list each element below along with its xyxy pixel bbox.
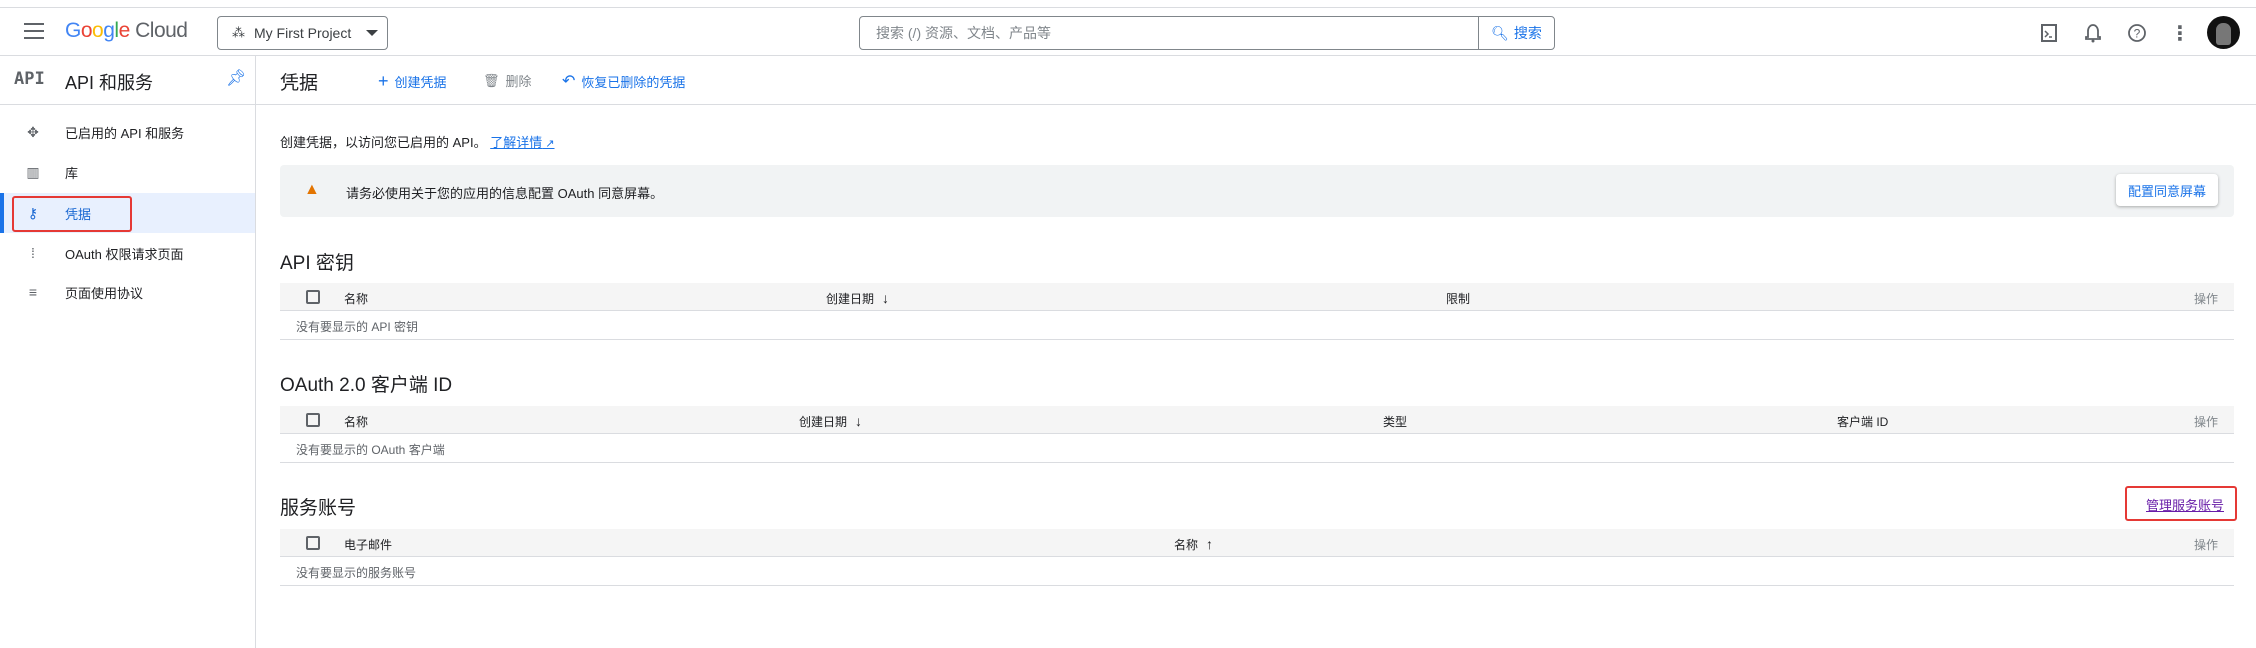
warning-icon: ▲ [304,181,320,198]
chevron-down-icon [366,30,379,36]
column-email[interactable]: 电子邮件 [344,536,392,553]
column-actions: 操作 [2193,538,2218,552]
notifications-icon[interactable] [2080,20,2106,46]
sidebar-header: API API 和服务 📌︎ [0,56,255,105]
select-all-checkbox[interactable] [306,536,320,550]
api-keys-table-header: 名称 创建日期 ↓ 限制 操作 [280,283,2234,311]
more-options-icon[interactable]: ⋮ [2167,20,2193,46]
google-cloud-logo[interactable]: Google Cloud [65,19,188,43]
sidebar-item-library[interactable]: ▥ 库 [0,152,255,192]
arrow-down-icon: ↓ [882,290,890,306]
trash-icon: 🗑︎ [483,72,500,88]
undo-icon: ↶ [562,73,576,90]
sidebar: API API 和服务 📌︎ ✥ 已启用的 API 和服务 ▥ 库 ⚷ 凭据 ⁞ OAu… [0,56,256,648]
create-credentials-button[interactable]: + 创建凭据 [378,71,447,92]
consent-icon: ⁞ [31,245,35,261]
main-content: 凭据 + 创建凭据 🗑︎ 删除 ↶ 恢复已删除的凭据 创建凭据，以访问您已启用的 AP… [256,56,2256,648]
arrow-down-icon: ↓ [855,413,863,429]
sidebar-item-page-usage[interactable]: ≡ 页面使用协议 [0,272,255,312]
configure-consent-button[interactable]: 配置同意屏幕 [2115,174,2218,206]
arrow-up-icon: ↑ [1206,536,1214,552]
search-input[interactable] [860,17,1478,49]
table-row-empty: 没有要显示的 API 密钥 [280,311,2234,340]
settings-list-icon: ≡ [28,284,38,300]
menu-icon[interactable] [24,23,44,39]
svg-text:?: ? [2134,27,2141,41]
apis-icon: ✥ [27,123,39,140]
api-keys-heading: API 密钥 [280,253,354,274]
pin-icon[interactable]: 📌︎ [226,68,246,88]
search-bar: 🔍︎搜索 [859,16,1555,50]
project-name: My First Project [254,25,352,41]
highlight-box-credentials [12,196,132,232]
learn-more-link[interactable]: 了解详情 ↗ [490,135,554,150]
search-icon: 🔍︎ [1491,24,1509,41]
api-icon: API [14,69,45,89]
project-selector[interactable]: ⁂ My First Project [217,16,388,50]
description: 创建凭据，以访问您已启用的 API。 了解详情 ↗ [280,135,555,150]
column-type[interactable]: 类型 [1383,413,1407,430]
external-link-icon: ↗ [542,138,555,150]
column-restrictions: 限制 [1446,292,1471,306]
top-header: Google Cloud ⁂ My First Project 🔍︎搜索 ? ⋮ [0,8,2256,56]
help-icon[interactable]: ? [2124,20,2150,46]
plus-icon: + [378,71,389,91]
column-created[interactable]: 创建日期 ↓ [826,290,889,307]
cloud-shell-icon[interactable] [2036,20,2062,46]
column-name[interactable]: 名称 [344,290,368,307]
page-title: 凭据 [280,73,319,94]
search-button[interactable]: 🔍︎ 搜索 [1478,17,1554,49]
table-row-empty: 没有要显示的 OAuth 客户端 [280,434,2234,463]
page-toolbar: 凭据 + 创建凭据 🗑︎ 删除 ↶ 恢复已删除的凭据 [256,56,2256,105]
column-created[interactable]: 创建日期 ↓ [799,413,862,430]
column-actions: 操作 [2193,415,2218,429]
select-all-checkbox[interactable] [306,290,320,304]
highlight-box-manage-link [2125,486,2237,521]
library-icon: ▥ [26,163,40,180]
service-accounts-heading: 服务账号 [280,498,357,519]
user-avatar[interactable] [2207,16,2240,49]
warning-banner: ▲ 请务必使用关于您的应用的信息配置 OAuth 同意屏幕。 配置同意屏幕 [280,165,2234,217]
select-all-checkbox[interactable] [306,413,320,427]
sidebar-title: API 和服务 [65,73,154,93]
column-client-id[interactable]: 客户端 ID [1837,413,1888,430]
oauth-heading: OAuth 2.0 客户端 ID [280,375,453,396]
restore-deleted-button[interactable]: ↶ 恢复已删除的凭据 [562,71,685,91]
column-name[interactable]: 名称 [344,413,368,430]
delete-button[interactable]: 🗑︎ 删除 [483,71,532,90]
service-accounts-table-header: 电子邮件 名称 ↑ 操作 [280,529,2234,557]
sidebar-item-enabled-apis[interactable]: ✥ 已启用的 API 和服务 [0,112,255,152]
column-actions: 操作 [2193,292,2218,306]
project-icon: ⁂ [232,25,245,40]
oauth-table-header: 名称 创建日期 ↓ 类型 客户端 ID 操作 [280,406,2234,434]
column-name[interactable]: 名称 ↑ [1174,536,1213,553]
table-row-empty: 没有要显示的服务账号 [280,557,2234,586]
warning-text: 请务必使用关于您的应用的信息配置 OAuth 同意屏幕。 [346,186,664,201]
browser-top-edge [0,0,2256,8]
sidebar-item-oauth-consent[interactable]: ⁞ OAuth 权限请求页面 [0,233,255,273]
